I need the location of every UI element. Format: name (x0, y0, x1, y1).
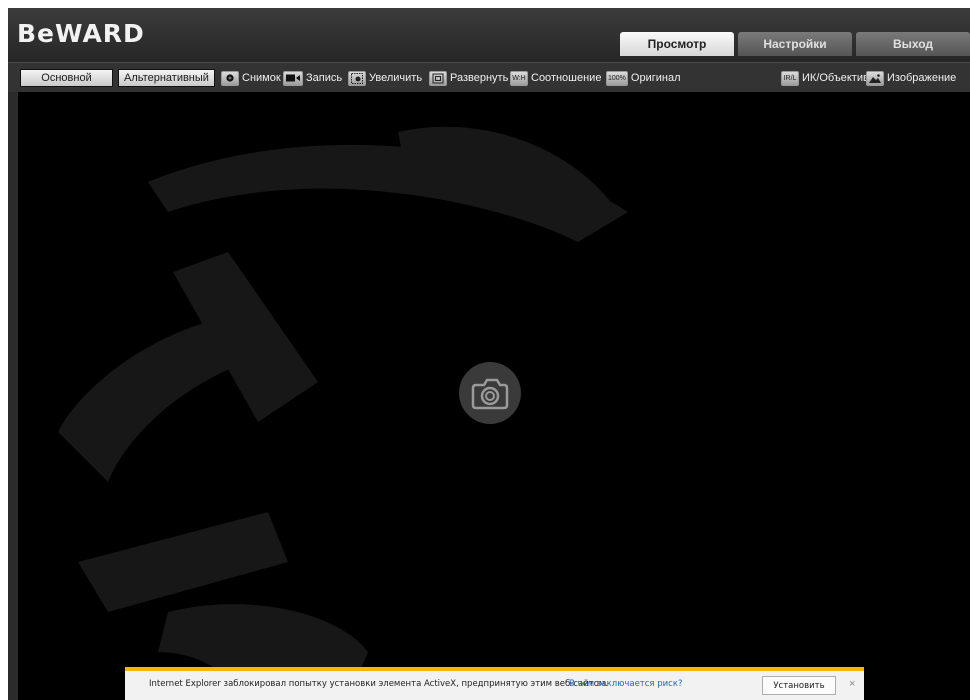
video-viewport[interactable] (18, 92, 970, 700)
record-tool[interactable]: Запись (283, 69, 342, 87)
fullscreen-icon (429, 70, 447, 86)
zoom-icon (348, 70, 366, 86)
snapshot-label: Снимок (242, 72, 281, 84)
app-window: BeWARD Просмотр Настройки Выход Основной… (8, 8, 970, 700)
record-label: Запись (306, 72, 343, 84)
ir-lens-icon: IR/L (781, 70, 799, 86)
ir-lens-label: ИК/Объектив (802, 72, 869, 84)
ratio-tool[interactable]: W:H Соотношение (510, 69, 601, 87)
install-button[interactable]: Установить (762, 676, 836, 695)
beward-logo: BeWARD (17, 19, 145, 48)
ratio-label: Соотношение (531, 72, 602, 84)
tab-logout[interactable]: Выход (856, 32, 970, 56)
original-label: Оригинал (630, 72, 681, 84)
snapshot-tool[interactable]: Снимок (221, 69, 281, 87)
image-tool[interactable]: Изображение (866, 69, 956, 87)
tab-view[interactable]: Просмотр (620, 32, 734, 56)
close-icon[interactable]: × (849, 678, 855, 690)
original-tool[interactable]: 100% Оригинал (606, 69, 681, 87)
video-camera-icon (283, 70, 303, 86)
expand-tool[interactable]: Развернуть (429, 69, 508, 87)
activex-blocked-message: Internet Explorer заблокировал попытку у… (149, 679, 609, 689)
risk-info-link[interactable]: В чем заключается риск? (569, 679, 683, 689)
ir-lens-tool[interactable]: IR/L ИК/Объектив (781, 69, 869, 87)
zoom-label: Увеличить (369, 72, 423, 84)
main-stream-button[interactable]: Основной (20, 69, 113, 87)
expand-label: Развернуть (450, 72, 509, 84)
zoom-tool[interactable]: Увеличить (348, 69, 422, 87)
plugin-placeholder-camera-icon (459, 362, 521, 424)
image-label: Изображение (887, 72, 957, 84)
activex-info-bar: Internet Explorer заблокировал попытку у… (125, 667, 864, 700)
image-icon (866, 70, 884, 86)
main-tabs: Просмотр Настройки Выход (620, 32, 970, 56)
header: BeWARD Просмотр Настройки Выход (8, 8, 970, 62)
camera-icon (221, 70, 239, 86)
original-size-icon: 100% (606, 70, 628, 86)
toolbar: Основной Альтернативный Снимок Запись Ув… (8, 62, 970, 92)
tab-settings[interactable]: Настройки (738, 32, 852, 56)
aspect-ratio-icon: W:H (510, 70, 528, 86)
alt-stream-button[interactable]: Альтернативный (118, 69, 215, 87)
